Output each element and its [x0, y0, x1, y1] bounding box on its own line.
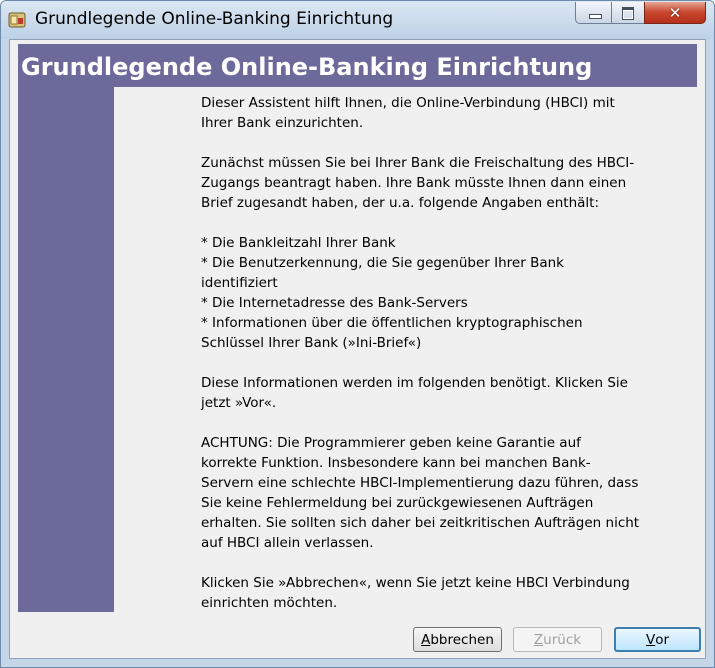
list-item: * Die Internetadresse des Bank-Servers	[201, 295, 468, 311]
window-title: Grundlegende Online-Banking Einrichtung	[35, 9, 394, 29]
cancel-mnemonic: A	[421, 631, 431, 648]
close-button[interactable]: ✕	[644, 2, 706, 24]
next-label: or	[655, 631, 670, 648]
list-item: * Die Benutzerkennung, die Sie gegenüber…	[201, 255, 564, 291]
maximize-icon	[622, 7, 634, 20]
list-item: * Informationen über die öffentlichen kr…	[201, 315, 583, 351]
warning-paragraph: ACHTUNG: Die Programmierer geben keine G…	[201, 435, 640, 551]
hbci-wizard-icon	[8, 12, 26, 28]
requirements-list: * Die Bankleitzahl Ihrer Bank * Die Benu…	[201, 233, 641, 353]
cancel-hint-paragraph: Klicken Sie »Abbrechen«, wenn Sie jetzt …	[201, 575, 630, 611]
cancel-button[interactable]: Abbrechen	[413, 627, 502, 652]
prerequisite-paragraph: Zunächst müssen Sie bei Ihrer Bank die F…	[201, 155, 635, 211]
dialog-client-area: Grundlegende Online-Banking Einrichtung …	[9, 39, 706, 659]
intro-paragraph: Dieser Assistent hilft Ihnen, die Online…	[201, 95, 615, 131]
minimize-button[interactable]	[575, 2, 612, 24]
maximize-button[interactable]	[611, 2, 645, 24]
minimize-icon	[589, 14, 602, 19]
next-mnemonic: V	[645, 631, 656, 648]
back-mnemonic: Z	[533, 631, 544, 648]
next-button[interactable]: Vor	[614, 627, 701, 652]
wizard-banner: Grundlegende Online-Banking Einrichtung	[18, 44, 697, 87]
title-bar[interactable]: Grundlegende Online-Banking Einrichtung …	[1, 1, 714, 39]
back-label: urück	[543, 631, 582, 648]
wizard-sidebar	[18, 87, 114, 612]
wizard-window: Grundlegende Online-Banking Einrichtung …	[0, 0, 715, 668]
page-title: Grundlegende Online-Banking Einrichtung	[21, 53, 593, 81]
next-step-paragraph: Diese Informationen werden im folgenden …	[201, 375, 628, 411]
close-icon: ✕	[668, 3, 682, 22]
cancel-label: bbrechen	[430, 631, 494, 648]
list-item: * Die Bankleitzahl Ihrer Bank	[201, 235, 396, 251]
wizard-text: Dieser Assistent hilft Ihnen, die Online…	[201, 93, 641, 633]
back-button[interactable]: Zurück	[513, 627, 602, 652]
